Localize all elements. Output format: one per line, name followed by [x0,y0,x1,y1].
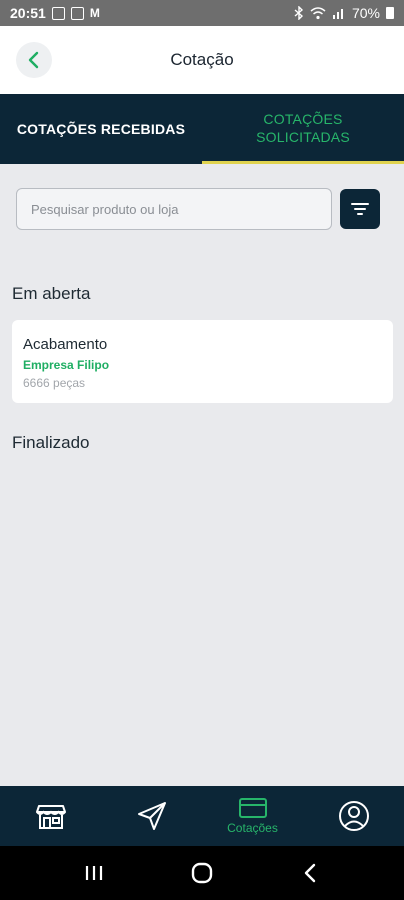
recent-apps-button[interactable] [74,853,114,893]
tab-label: COTAÇÕES SOLICITADAS [256,110,350,145]
store-icon [35,805,66,829]
app-header: Cotação [0,26,404,94]
filter-icon [351,203,369,215]
profile-icon [338,801,369,831]
search-input[interactable] [16,188,332,230]
tab-bar: COTAÇÕES RECEBIDAS COTAÇÕES SOLICITADAS [0,94,404,164]
notification-icon [70,6,84,20]
image-icon [51,6,65,20]
chevron-left-icon [28,51,39,69]
nav-item-profile[interactable] [303,786,404,846]
battery-icon [386,7,394,19]
filter-button[interactable] [340,189,380,229]
mail-icon: M [89,6,100,20]
bluetooth-icon [294,6,303,20]
send-icon [137,802,166,830]
section-title-finished: Finalizado [12,433,90,452]
bottom-nav: Cotações [0,786,404,846]
back-button[interactable] [16,42,52,78]
battery-level: 70% [351,5,380,21]
signal-icon [332,9,343,19]
search-row [16,188,380,230]
section-title-open: Em aberta [12,284,91,303]
tab-requested-quotes[interactable]: COTAÇÕES SOLICITADAS [202,94,404,164]
back-arrow-icon [304,863,316,883]
nav-item-send[interactable] [101,786,202,846]
home-button[interactable] [182,853,222,893]
quote-company: Empresa Filipo [23,358,110,372]
status-left: 20:51 M [10,5,100,21]
page-title: Cotação [170,50,234,69]
wifi-icon [310,6,326,19]
home-icon [191,862,213,884]
status-time: 20:51 [10,5,46,21]
tab-label: COTAÇÕES RECEBIDAS [16,121,186,137]
card-icon [238,798,267,818]
nav-label-quotes: Cotações [227,821,278,835]
nav-item-quotes[interactable]: Cotações [202,786,303,846]
system-nav-bar [0,846,404,900]
status-right: 70% [294,5,394,21]
tab-received-quotes[interactable]: COTAÇÕES RECEBIDAS [0,94,202,164]
quote-quantity: 6666 peças [23,376,86,390]
status-bar: 20:51 M 70% [0,0,404,26]
recent-apps-icon [85,866,103,880]
quote-card[interactable]: Acabamento Empresa Filipo 6666 peças [12,320,393,403]
quote-title: Acabamento [23,336,108,353]
nav-item-store[interactable] [0,786,101,846]
back-nav-button[interactable] [290,853,330,893]
